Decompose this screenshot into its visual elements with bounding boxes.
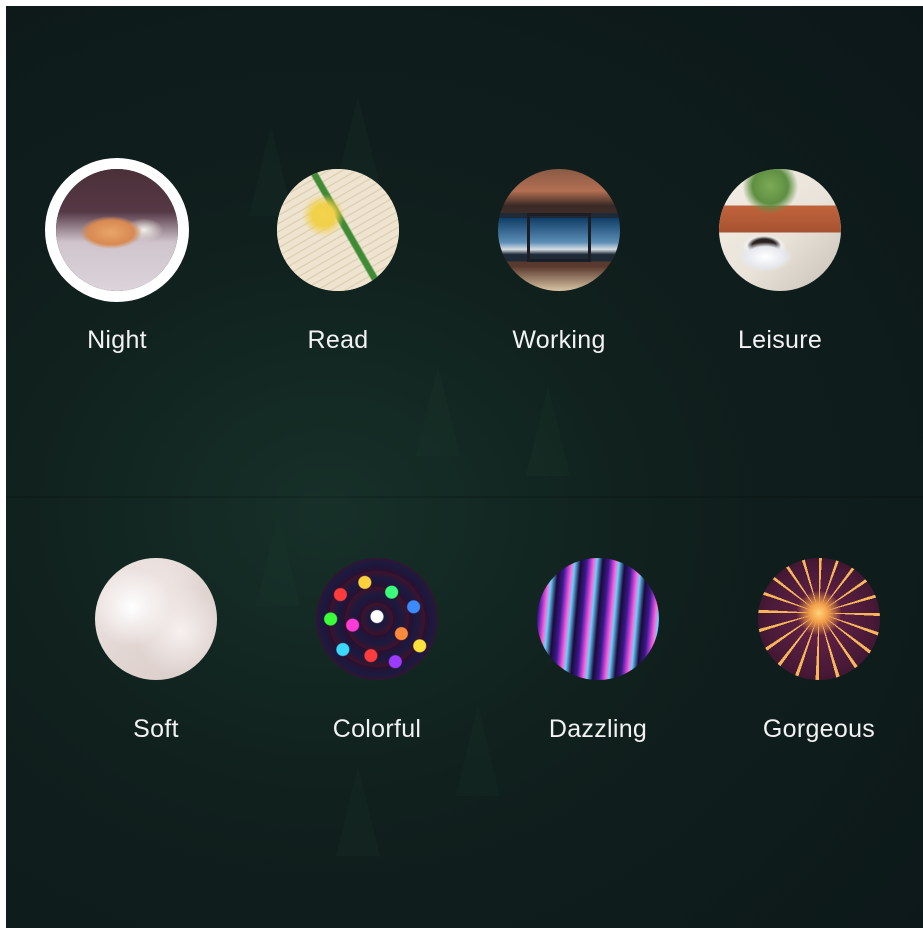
effect-dazzling[interactable]: Dazzling [523,558,673,744]
sleeping-cat-icon [45,158,189,302]
background-tree [456,706,500,796]
coffee-cup-plant-icon [719,169,841,291]
light-trails-icon [537,558,659,680]
mode-leisure[interactable]: Leisure [705,169,855,355]
feathers-icon [95,558,217,680]
bokeh-lights-icon [316,558,438,680]
effect-label: Soft [133,715,179,743]
effect-soft[interactable]: Soft [81,558,231,744]
effect-label: Gorgeous [762,715,876,743]
section-divider [6,496,923,498]
background-tree [256,516,300,606]
mode-night[interactable]: Night [42,158,192,355]
mode-label: Leisure [737,326,823,354]
mode-label: Read [307,326,369,354]
lighting-mode-screen: Night Read Working Leisure Soft Colorful [6,6,923,928]
background-tree [526,386,570,476]
laptop-desk-icon [498,169,620,291]
mode-working[interactable]: Working [484,169,634,355]
flower-on-book-icon [277,169,399,291]
background-tree [416,366,460,456]
fireworks-icon [758,558,880,680]
mode-read[interactable]: Read [263,169,413,355]
mode-label: Working [512,326,606,354]
background-tree [336,766,380,856]
effect-gorgeous[interactable]: Gorgeous [744,558,894,744]
effect-colorful[interactable]: Colorful [302,558,452,744]
mode-label: Night [87,326,147,354]
effect-label: Colorful [332,715,422,743]
effect-label: Dazzling [548,715,648,743]
